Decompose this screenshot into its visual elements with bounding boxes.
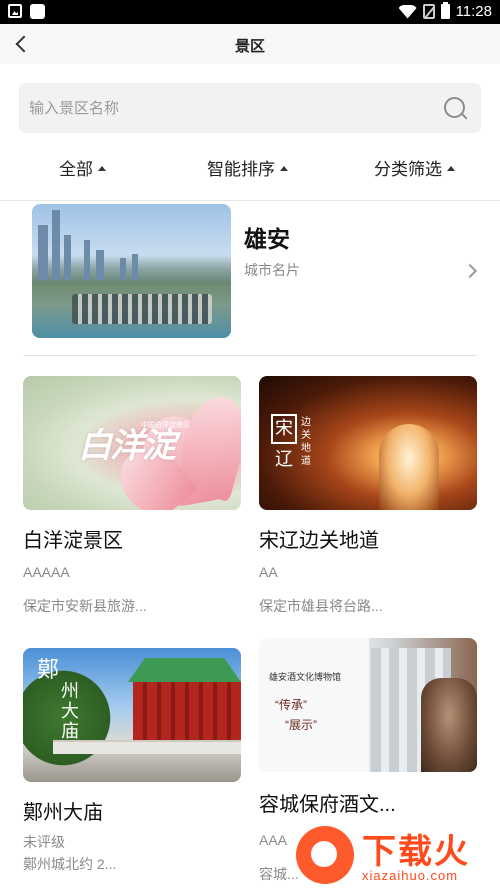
scenic-card-address: 保定市安新县旅游...: [23, 598, 147, 614]
scenic-card-address: 保定市雄县将台路...: [259, 598, 383, 614]
card-image-caption: 雄安酒文化博物馆: [269, 672, 342, 682]
scenic-card-name: 容城保府酒文...: [259, 794, 396, 816]
scenic-card-grade: AAA: [259, 832, 288, 848]
filter-smart-sort[interactable]: 智能排序: [207, 155, 288, 180]
scenic-card-name: 白洋淀景区: [23, 530, 123, 552]
scenic-card-image: 鄚 州大庙: [23, 648, 241, 782]
card-image-caption: “传承”: [275, 698, 307, 712]
wifi-icon: [398, 4, 417, 19]
card-image-seal: 辽: [275, 449, 293, 470]
scenic-card-address: 鄚州城北约 2...: [23, 856, 117, 872]
search-input[interactable]: [29, 93, 429, 123]
header-bar: 景区: [0, 24, 500, 64]
page-title: 景区: [234, 38, 265, 55]
filter-all-label: 全部: [59, 160, 93, 179]
caret-up-icon: [280, 165, 288, 171]
card-image-caption: 州大庙: [61, 681, 79, 742]
search-bar[interactable]: [19, 83, 481, 133]
scenic-card[interactable]: 雄安酒文化博物馆 “传承” “展示” 容城保府酒文... AAA 容城...: [259, 638, 477, 882]
scenic-card-grade: AAAAA: [23, 564, 70, 580]
scenic-card-name: 鄚州大庙: [23, 802, 103, 824]
scenic-card-image: 白洋淀 中国白洋淀景区: [23, 376, 241, 510]
card-image-caption: “展示”: [285, 718, 317, 732]
featured-city-image: [32, 204, 231, 338]
scenic-card-image: 宋 辽 边关地道: [259, 376, 477, 510]
status-bar: 11:28: [0, 0, 500, 24]
gallery-notification-icon: [8, 4, 22, 18]
filter-smart-sort-label: 智能排序: [207, 160, 275, 179]
watermark-logo-icon: [296, 826, 354, 884]
scenic-card-grade: AA: [259, 564, 278, 580]
card-image-subcaption: 中国白洋淀景区: [141, 422, 190, 429]
scenic-card-name: 宋辽边关地道: [259, 530, 379, 552]
scenic-card-grade: 未评级: [23, 834, 65, 850]
card-image-caption: 鄚: [37, 658, 60, 683]
scenic-card-address: 容城...: [259, 866, 299, 882]
search-icon[interactable]: [443, 96, 469, 122]
featured-city-subtitle: 城市名片: [244, 262, 300, 278]
caret-up-icon: [447, 165, 455, 171]
watermark-brand: 下载火: [362, 832, 470, 872]
battery-icon: [440, 2, 450, 19]
app-notification-icon: [30, 4, 45, 19]
scenic-card[interactable]: 白洋淀 中国白洋淀景区 白洋淀景区 AAAAA 保定市安新县旅游...: [23, 376, 241, 614]
chevron-right-icon: [462, 263, 478, 279]
status-time: 11:28: [455, 3, 492, 20]
divider: [0, 200, 500, 201]
card-image-vertical-text: 边关地道: [301, 417, 311, 467]
card-image-seal: 宋: [271, 414, 297, 444]
divider: [23, 355, 477, 356]
filter-category-label: 分类筛选: [374, 160, 442, 179]
filter-bar: 全部 智能排序 分类筛选: [0, 150, 500, 186]
watermark-url: xiazaihuo.com: [362, 868, 459, 883]
caret-up-icon: [98, 165, 106, 171]
featured-city-name: 雄安: [244, 226, 290, 252]
featured-city-card[interactable]: 雄安 城市名片: [0, 202, 500, 352]
scenic-card-image: 雄安酒文化博物馆 “传承” “展示”: [259, 638, 477, 772]
scenic-card[interactable]: 宋 辽 边关地道 宋辽边关地道 AA 保定市雄县将台路...: [259, 376, 477, 614]
filter-all[interactable]: 全部: [59, 155, 106, 180]
filter-category[interactable]: 分类筛选: [374, 155, 455, 180]
watermark: 下载火 xiazaihuo.com: [296, 822, 500, 889]
no-sim-icon: [422, 4, 435, 19]
scenic-card[interactable]: 鄚 州大庙 鄚州大庙 未评级 鄚州城北约 2...: [23, 648, 241, 872]
